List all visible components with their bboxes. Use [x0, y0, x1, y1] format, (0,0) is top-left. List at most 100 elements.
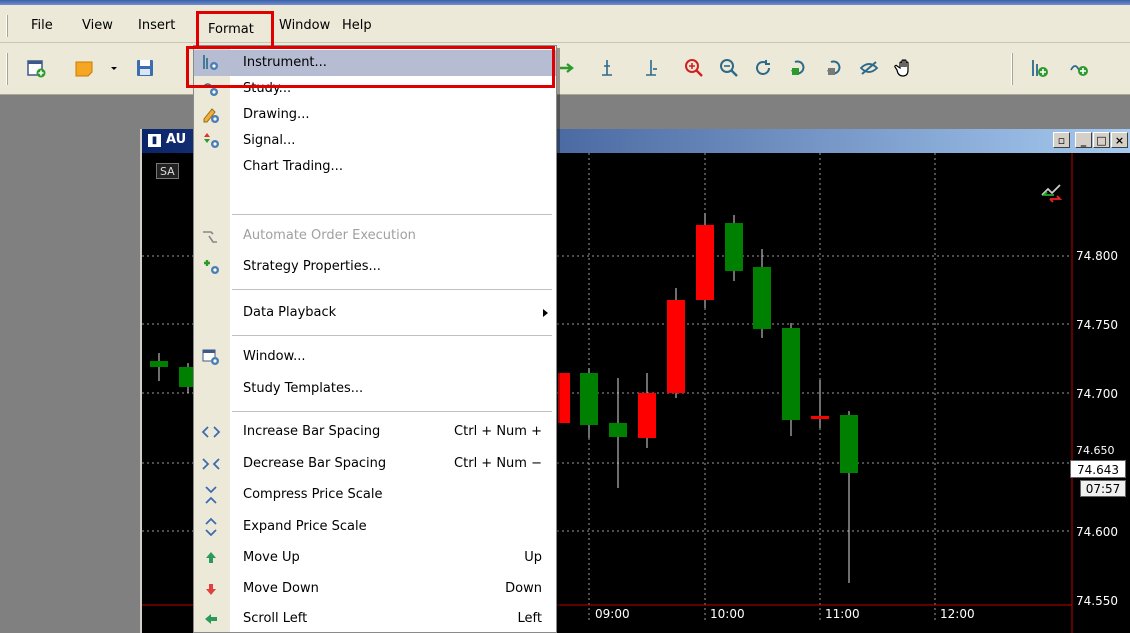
candle: [782, 323, 800, 436]
menu-item-label: Compress Price Scale: [243, 487, 383, 502]
menu-item-scroll-left[interactable]: Scroll Left Left: [194, 606, 556, 632]
menu-item-drawing[interactable]: Drawing...: [194, 102, 556, 128]
refresh-2-icon[interactable]: [822, 57, 844, 79]
menu-item-label: Chart Trading...: [243, 159, 343, 174]
menu-item-strategy-properties[interactable]: Strategy Properties...: [194, 254, 556, 280]
price-label: 74.650: [1074, 444, 1117, 457]
menubar: File View Insert Format Window Help: [0, 5, 1130, 43]
menu-item-shortcut: Ctrl + Num −: [454, 456, 542, 471]
marker-icon[interactable]: [596, 57, 618, 79]
menu-item-label: Expand Price Scale: [243, 519, 367, 534]
move-up-icon: [200, 548, 222, 568]
menu-separator: [232, 335, 552, 336]
arrow-right-icon[interactable]: [556, 57, 578, 79]
menu-file[interactable]: File: [31, 18, 53, 33]
automate-icon: [200, 226, 222, 246]
menu-format[interactable]: Format: [208, 22, 254, 37]
menu-item-decrease-bar-spacing[interactable]: Decrease Bar Spacing Ctrl + Num −: [194, 451, 556, 477]
increase-spacing-icon: [200, 422, 222, 442]
candle: [609, 378, 627, 488]
menu-item-window[interactable]: Window...: [194, 344, 556, 370]
price-label: 74.750: [1074, 318, 1120, 332]
menu-item-label: Study...: [243, 81, 292, 96]
menu-insert[interactable]: Insert: [138, 18, 175, 33]
current-time-label: 07:57: [1080, 480, 1126, 497]
menu-item-label: Decrease Bar Spacing: [243, 456, 387, 471]
settings-icon[interactable]: [1068, 57, 1090, 79]
price-label: 74.800: [1074, 249, 1120, 263]
menu-item-label: Scroll Left: [243, 611, 308, 626]
price-label: 74.550: [1074, 594, 1120, 608]
menu-separator: [232, 411, 552, 412]
price-label: 74.600: [1074, 525, 1120, 539]
format-menu: Instrument... Study... Drawing... Signal…: [193, 45, 557, 633]
menu-item-label: Strategy Properties...: [243, 259, 381, 274]
menu-item-label: Study Templates...: [243, 381, 364, 396]
menu-item-signal[interactable]: Signal...: [194, 128, 556, 154]
dropdown-arrow-icon[interactable]: [108, 57, 120, 79]
menu-item-chart-trading[interactable]: Chart Trading...: [194, 154, 556, 180]
menu-item-move-down[interactable]: Move Down Down: [194, 576, 556, 602]
hand-icon[interactable]: [894, 57, 916, 79]
decrease-spacing-icon: [200, 454, 222, 474]
restore-panel-icon[interactable]: ▫: [1053, 132, 1070, 148]
menu-item-shortcut: Down: [505, 581, 542, 596]
candle: [558, 373, 570, 423]
time-label: 11:00: [825, 607, 860, 621]
menu-separator: [232, 289, 552, 290]
strategy-gear-icon: [200, 257, 222, 277]
menu-view[interactable]: View: [82, 18, 113, 33]
refresh-icon[interactable]: [786, 57, 808, 79]
instrument-gear-icon: [200, 53, 222, 73]
zoom-in-icon[interactable]: [683, 57, 705, 79]
signal-gear-icon: [200, 131, 222, 151]
drawing-pencil-icon: [200, 105, 222, 125]
chart-trade-icon: [1041, 184, 1063, 203]
expand-icon: [200, 517, 222, 537]
minimize-icon[interactable]: _: [1075, 132, 1092, 148]
note-icon[interactable]: [73, 57, 95, 79]
add-indicator-icon[interactable]: [1028, 57, 1050, 79]
menu-help[interactable]: Help: [342, 18, 372, 33]
candle: [753, 249, 771, 338]
close-icon[interactable]: ×: [1111, 132, 1128, 148]
menu-item-shortcut: Left: [517, 611, 542, 626]
menu-item-label: Move Up: [243, 550, 300, 565]
menu-item-study[interactable]: Study...: [194, 76, 556, 102]
menu-item-label: Move Down: [243, 581, 319, 596]
menu-item-shortcut: Up: [524, 550, 542, 565]
candle: [667, 288, 685, 398]
compress-icon: [200, 485, 222, 505]
marker-2-icon[interactable]: [640, 57, 662, 79]
menu-item-study-templates[interactable]: Study Templates...: [194, 376, 556, 402]
menu-item-label: Increase Bar Spacing: [243, 424, 381, 439]
toolbar-grip-2: [1011, 53, 1013, 85]
zoom-out-icon[interactable]: [718, 57, 740, 79]
menu-item-automate-order-execution: Automate Order Execution: [194, 223, 556, 249]
menu-item-increase-bar-spacing[interactable]: Increase Bar Spacing Ctrl + Num +: [194, 419, 556, 445]
maximize-icon[interactable]: □: [1093, 132, 1110, 148]
menu-item-label: Instrument...: [243, 55, 327, 70]
chart-title: AU: [166, 132, 187, 147]
save-icon[interactable]: [134, 57, 156, 79]
menu-item-compress-price-scale[interactable]: Compress Price Scale: [194, 482, 556, 508]
menu-item-instrument[interactable]: Instrument...: [194, 50, 556, 76]
menu-item-move-up[interactable]: Move Up Up: [194, 545, 556, 571]
menu-item-shortcut: Ctrl + Num +: [454, 424, 542, 439]
menu-window[interactable]: Window: [279, 18, 330, 33]
time-label: 10:00: [710, 607, 745, 621]
toolbar: [0, 43, 1130, 95]
rotate-icon[interactable]: [752, 57, 774, 79]
menu-item-data-playback[interactable]: Data Playback: [194, 300, 556, 326]
submenu-arrow-icon: [543, 309, 548, 317]
menubar-grip: [6, 15, 8, 37]
candle: [580, 368, 598, 438]
current-price-label: 74.643: [1070, 460, 1126, 478]
hide-icon[interactable]: [858, 57, 880, 79]
menu-item-expand-price-scale[interactable]: Expand Price Scale: [194, 514, 556, 540]
price-label: 74.700: [1074, 387, 1120, 401]
candle: [811, 380, 829, 428]
menu-item-label: Data Playback: [243, 305, 337, 320]
candle: [638, 373, 656, 448]
new-chart-icon[interactable]: [25, 57, 47, 79]
